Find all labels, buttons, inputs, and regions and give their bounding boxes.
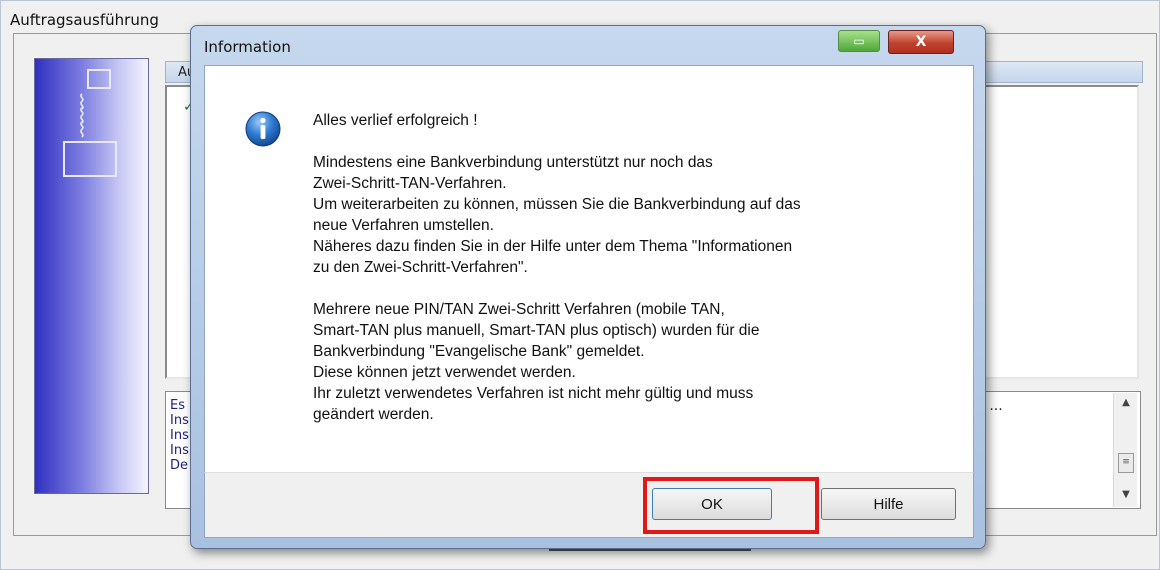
background-window-title: Auftragsausführung [10, 11, 159, 29]
dialog-title: Information [204, 38, 291, 56]
message-bank-connection: Mindestens eine Bankverbindung unterstüt… [313, 154, 801, 276]
dialog-body: Alles verlief erfolgreich ! Mindestens e… [204, 65, 974, 494]
info-icon [245, 111, 281, 147]
message-new-methods: Mehrere neue PIN/TAN Zwei-Schritt Verfah… [313, 301, 760, 423]
log-line: De [170, 458, 189, 473]
log-scrollbar[interactable]: ▲ ≡ ▼ [1113, 393, 1137, 507]
close-icon[interactable]: X [888, 30, 954, 54]
minimize-icon[interactable]: ▭ [838, 30, 880, 52]
scroll-thumb[interactable]: ≡ [1118, 453, 1134, 473]
log-line: Ins [170, 413, 189, 428]
side-banner-logo: ⌇ ⌇ ⌇ [63, 69, 119, 179]
log-line: Ins [170, 428, 189, 443]
information-dialog: Information ▭ X Alles verlief erfolgreic… [190, 25, 986, 549]
message-text: Alles verlief erfolgreich ! Mindestens e… [313, 110, 953, 446]
title-bar-buttons: ▭ X [838, 30, 954, 54]
log-line: Es [170, 398, 185, 413]
log-line: Ins [170, 443, 189, 458]
message-success: Alles verlief erfolgreich ! [313, 112, 478, 129]
scroll-up-icon[interactable]: ▲ [1114, 397, 1138, 408]
ok-button-highlight [643, 477, 819, 534]
scroll-down-icon[interactable]: ▼ [1114, 489, 1138, 500]
help-button[interactable]: Hilfe [821, 488, 956, 520]
side-banner: ⌇ ⌇ ⌇ [34, 58, 149, 494]
